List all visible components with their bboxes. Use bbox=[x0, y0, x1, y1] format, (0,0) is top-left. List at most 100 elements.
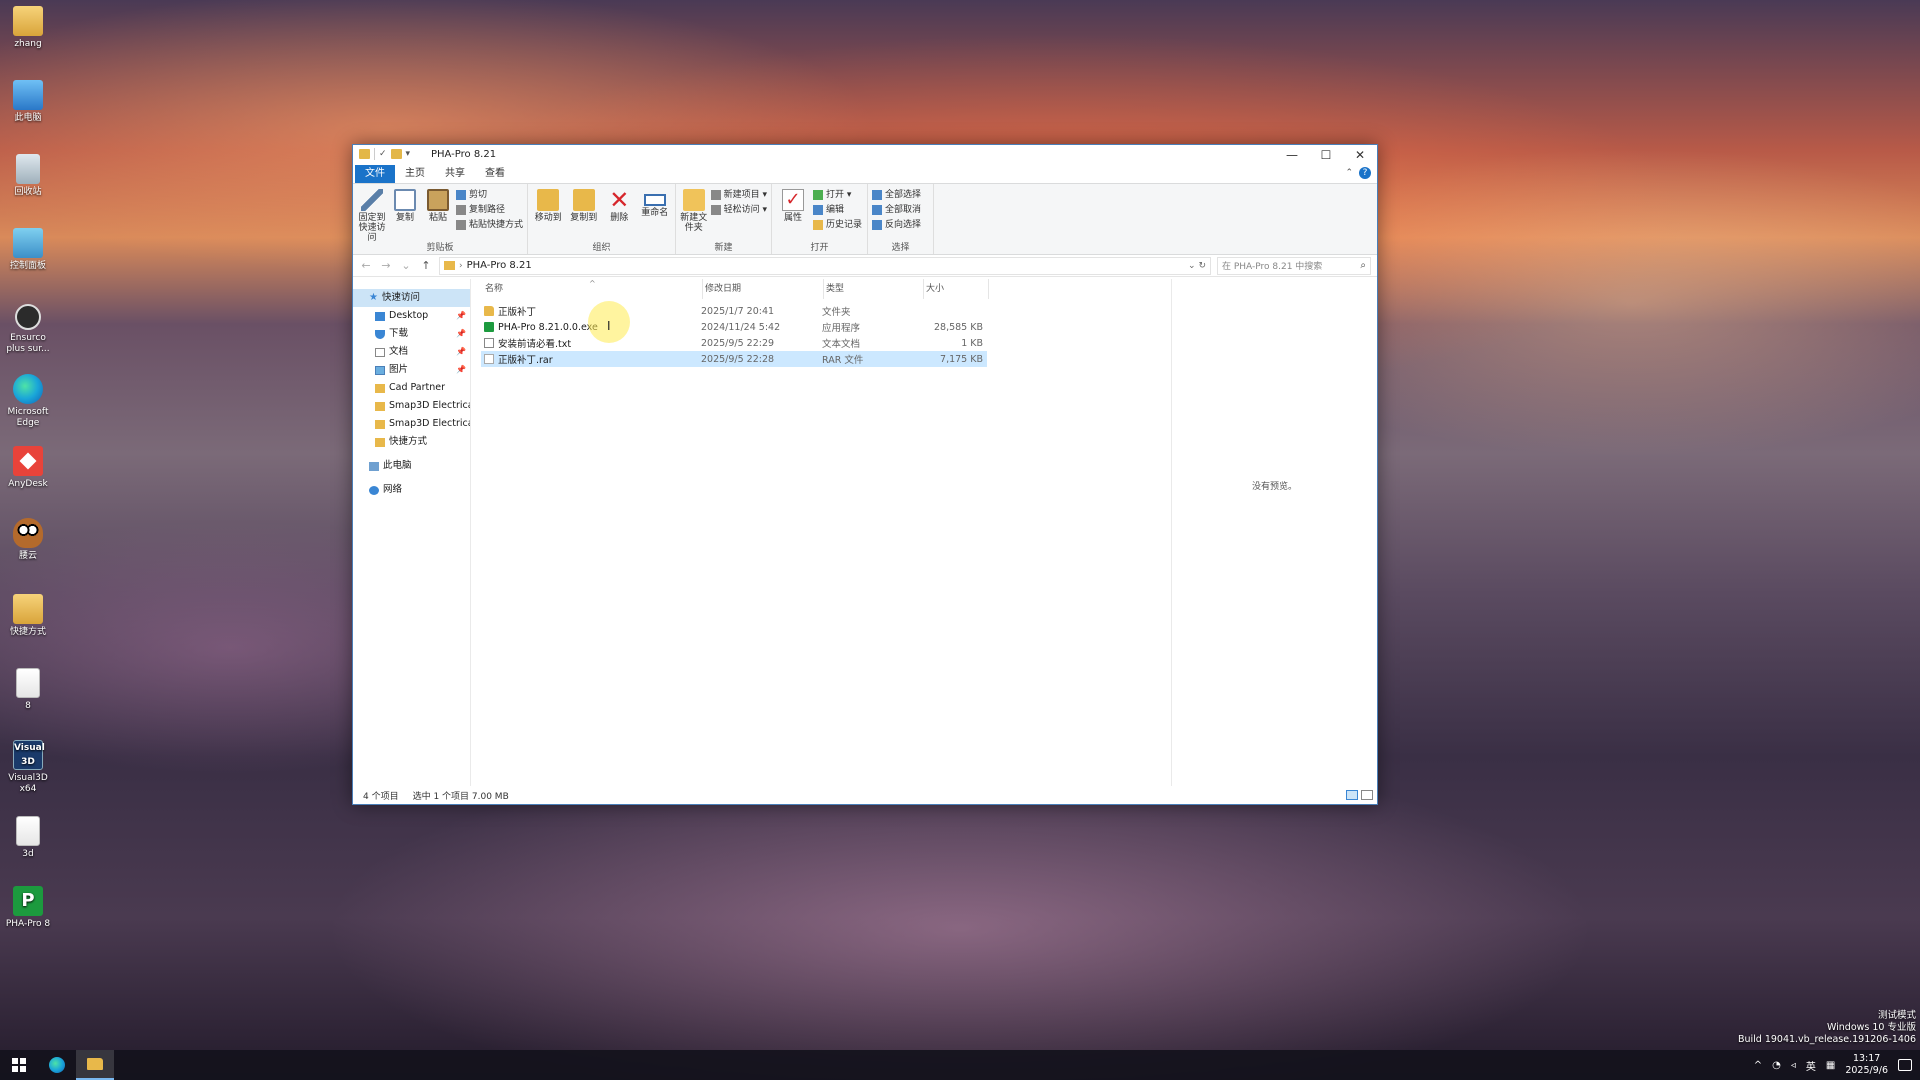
nav-item-pictures[interactable]: 图片 📌 bbox=[353, 361, 470, 379]
desktop-icon-owl-app[interactable]: 腰云 bbox=[2, 518, 54, 562]
tab-home[interactable]: 主页 bbox=[395, 165, 435, 183]
help-icon[interactable]: ? bbox=[1359, 167, 1371, 179]
minimize-button[interactable]: — bbox=[1275, 145, 1309, 165]
new-item-button[interactable]: 新建项目 ▾ bbox=[710, 188, 767, 202]
file-date: 2025/9/5 22:29 bbox=[701, 337, 775, 349]
tray-chevron-icon[interactable]: ^ bbox=[1754, 1060, 1762, 1071]
taskbar-edge[interactable] bbox=[38, 1050, 76, 1080]
close-button[interactable]: ✕ bbox=[1343, 145, 1377, 165]
file-row[interactable]: 正版补丁 2025/1/7 20:41 文件夹 bbox=[481, 303, 987, 319]
nav-network[interactable]: 网络 bbox=[353, 481, 470, 499]
easy-access-button[interactable]: 轻松访问 ▾ bbox=[710, 203, 767, 217]
volume-icon[interactable]: ◃ bbox=[1791, 1060, 1796, 1071]
copy-path-button[interactable]: 复制路径 bbox=[456, 203, 523, 217]
chevron-down-icon[interactable]: ▾ bbox=[406, 149, 411, 159]
desktop-icon-ensurco[interactable]: Ensurco plus sur... bbox=[2, 304, 54, 355]
file-list[interactable]: 名称 修改日期 类型 大小 ^ 正版补丁 2025/1/7 20:41 文件夹 … bbox=[471, 279, 1171, 786]
text-file-icon bbox=[484, 338, 494, 348]
input-language[interactable]: 英 bbox=[1806, 1058, 1816, 1073]
file-size: 7,175 KB bbox=[940, 353, 983, 365]
document-icon bbox=[16, 816, 40, 846]
column-type[interactable]: 类型 bbox=[824, 279, 924, 299]
new-folder-icon[interactable] bbox=[390, 149, 402, 159]
file-date: 2025/9/5 22:28 bbox=[701, 353, 775, 365]
ribbon-group-new: 新建文件夹 新建项目 ▾ 轻松访问 ▾ 新建 bbox=[676, 184, 772, 254]
desktop-icon-anydesk[interactable]: AnyDesk bbox=[2, 446, 54, 490]
nav-this-pc[interactable]: 此电脑 bbox=[353, 457, 470, 475]
large-icons-view-icon[interactable] bbox=[1361, 790, 1373, 800]
ribbon-group-label: 组织 bbox=[592, 243, 611, 253]
back-arrow-icon[interactable]: ← bbox=[359, 259, 373, 272]
folder-icon bbox=[375, 419, 385, 429]
ribbon-group-label: 打开 bbox=[810, 243, 829, 253]
forward-arrow-icon[interactable]: → bbox=[379, 259, 393, 272]
separator bbox=[374, 148, 375, 160]
open-button[interactable]: 打开 ▾ bbox=[813, 188, 862, 202]
desktop-icon-edge[interactable]: Microsoft Edge bbox=[2, 374, 54, 429]
select-all-button[interactable]: 全部选择 bbox=[872, 188, 921, 202]
desktop-icon-shortcut[interactable]: 快捷方式 bbox=[2, 594, 54, 638]
file-row-selected[interactable]: 正版补丁.rar 2025/9/5 22:28 RAR 文件 7,175 KB bbox=[481, 351, 987, 367]
address-dropdown-icon[interactable]: ⌄ ↻ bbox=[1188, 261, 1206, 271]
collapse-ribbon-icon[interactable]: ⌃ bbox=[1345, 168, 1353, 178]
cut-button[interactable]: 剪切 bbox=[456, 188, 523, 202]
select-none-button[interactable]: 全部取消 bbox=[872, 203, 921, 217]
edit-button[interactable]: 编辑 bbox=[813, 203, 862, 217]
notification-icon[interactable] bbox=[1898, 1059, 1912, 1071]
paste-shortcut-button[interactable]: 粘贴快捷方式 bbox=[456, 218, 523, 232]
nav-item-desktop[interactable]: Desktop 📌 bbox=[353, 307, 470, 325]
tab-file[interactable]: 文件 bbox=[355, 165, 395, 183]
checkmark-icon[interactable]: ✓ bbox=[379, 149, 387, 159]
up-arrow-icon[interactable]: ↑ bbox=[419, 259, 433, 272]
address-input[interactable]: › PHA-Pro 8.21 ⌄ ↻ bbox=[439, 256, 1211, 275]
taskbar-file-explorer[interactable] bbox=[76, 1050, 114, 1080]
network-icon[interactable]: ◔ bbox=[1772, 1060, 1781, 1071]
keyboard-icon[interactable]: ▦ bbox=[1826, 1060, 1835, 1071]
delete-x-icon: ✕ bbox=[609, 186, 630, 214]
column-size[interactable]: 大小 bbox=[924, 279, 989, 299]
recent-chevron-icon[interactable]: ⌄ bbox=[399, 259, 413, 272]
pin-icon bbox=[361, 189, 383, 211]
window-controls: — ☐ ✕ bbox=[1275, 145, 1377, 165]
nav-quick-access[interactable]: ★ 快速访问 bbox=[353, 289, 470, 307]
file-row[interactable]: PHA-Pro 8.21.0.0.exe 2024/11/24 5:42 应用程… bbox=[481, 319, 987, 335]
breadcrumb[interactable]: PHA-Pro 8.21 bbox=[467, 260, 532, 271]
search-icon: ⌕ bbox=[1360, 260, 1366, 271]
nav-item-shortcuts[interactable]: 快捷方式 bbox=[353, 433, 470, 451]
edge-icon bbox=[49, 1057, 65, 1073]
tab-view[interactable]: 查看 bbox=[475, 165, 515, 183]
anydesk-icon bbox=[13, 446, 43, 476]
desktop-icon-visual3d[interactable]: Visual 3D Visual3D x64 bbox=[2, 740, 54, 795]
invert-selection-button[interactable]: 反向选择 bbox=[872, 218, 921, 232]
desktop-icon-recycle-bin[interactable]: 回收站 bbox=[2, 154, 54, 198]
maximize-button[interactable]: ☐ bbox=[1309, 145, 1343, 165]
nav-item-downloads[interactable]: 下载 📌 bbox=[353, 325, 470, 343]
title-bar[interactable]: ✓ ▾ PHA-Pro 8.21 — ☐ ✕ bbox=[353, 145, 1377, 165]
nav-item-cad-partner[interactable]: Cad Partner bbox=[353, 379, 470, 397]
ribbon-group-select: 全部选择 全部取消 反向选择 选择 bbox=[868, 184, 934, 254]
nav-item-smap3d-1[interactable]: Smap3D Electrical bbox=[353, 397, 470, 415]
desktop-icon-this-pc[interactable]: 此电脑 bbox=[2, 80, 54, 124]
history-button[interactable]: 历史记录 bbox=[813, 218, 862, 232]
start-button[interactable] bbox=[0, 1050, 38, 1080]
search-input[interactable]: 在 PHA-Pro 8.21 中搜索 ⌕ bbox=[1217, 256, 1371, 275]
file-row[interactable]: 安装前请必看.txt 2025/9/5 22:29 文本文档 1 KB bbox=[481, 335, 987, 351]
select-all-icon bbox=[872, 190, 882, 200]
desktop-icon-control-panel[interactable]: 控制面板 bbox=[2, 228, 54, 272]
nav-item-smap3d-2[interactable]: Smap3D Electrical bbox=[353, 415, 470, 433]
download-icon bbox=[375, 329, 385, 339]
details-view-icon[interactable] bbox=[1346, 790, 1358, 800]
nav-item-documents[interactable]: 文档 📌 bbox=[353, 343, 470, 361]
control-panel-icon bbox=[13, 228, 43, 258]
column-date[interactable]: 修改日期 bbox=[703, 279, 824, 299]
tab-share[interactable]: 共享 bbox=[435, 165, 475, 183]
desktop-icon-3d[interactable]: 3d bbox=[2, 816, 54, 860]
desktop-icon-doc-8[interactable]: 8 bbox=[2, 668, 54, 712]
folder-icon bbox=[359, 149, 370, 159]
desktop-icon-pha-pro[interactable]: P PHA-Pro 8 bbox=[2, 886, 54, 930]
status-bar: 4 个项目 选中 1 个项目 7.00 MB bbox=[353, 786, 1377, 804]
clock[interactable]: 13:17 2025/9/6 bbox=[1845, 1053, 1888, 1077]
breadcrumb-separator-icon: › bbox=[459, 260, 463, 271]
navigation-pane[interactable]: ★ 快速访问 Desktop 📌 下载 📌 文档 📌 图片 📌 Cad Part… bbox=[353, 279, 471, 786]
desktop-icon-user[interactable]: zhang bbox=[2, 6, 54, 50]
